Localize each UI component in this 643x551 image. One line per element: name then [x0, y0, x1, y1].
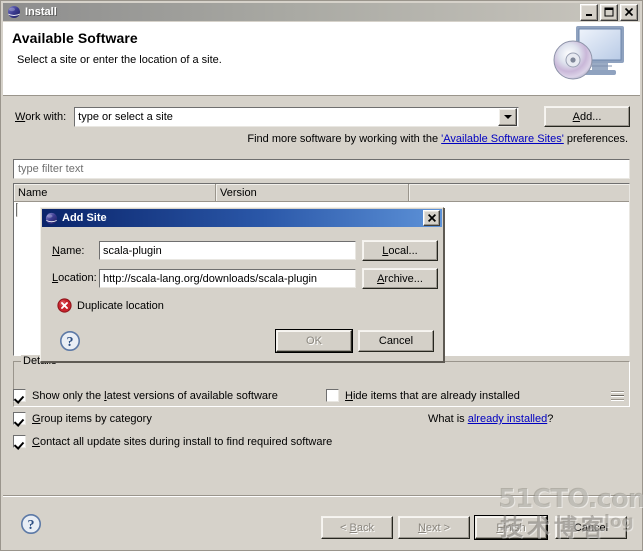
table-row[interactable]	[16, 203, 32, 218]
maximize-icon[interactable]	[600, 3, 618, 21]
finish-button-label: Finish	[496, 521, 526, 534]
row-checkbox[interactable]	[16, 203, 18, 217]
svg-text:?: ?	[28, 518, 35, 533]
work-with-row: Work with: type or select a site	[15, 106, 630, 127]
filter-input[interactable]: type filter text	[13, 159, 630, 179]
eclipse-globe-icon	[45, 212, 58, 225]
name-field-value: scala-plugin	[103, 244, 162, 257]
dialog-cancel-button[interactable]: Cancel	[358, 330, 434, 352]
local-button-label: Local...	[382, 244, 418, 257]
column-header-name[interactable]: Name	[14, 184, 216, 201]
cancel-button-label: Cancel	[573, 521, 609, 534]
chevron-down-icon[interactable]	[498, 107, 518, 126]
archive-button-label: Archive...	[377, 272, 423, 285]
next-button-label: Next >	[417, 521, 451, 534]
work-with-combo-value: type or select a site	[78, 110, 173, 123]
filter-placeholder: type filter text	[18, 163, 84, 175]
available-software-sites-link[interactable]: 'Available Software Sites'	[441, 133, 564, 145]
checkbox-label: Contact all update sites during install …	[32, 435, 333, 448]
wizard-footer: ? < Back Next > Finish Cancel	[3, 497, 640, 550]
cancel-button[interactable]: Cancel	[555, 516, 627, 539]
add-site-button-label: Add...	[572, 110, 602, 123]
checkbox-group-by-category[interactable]: Group items by category	[13, 412, 152, 425]
back-button[interactable]: < Back	[321, 516, 393, 539]
work-with-combo[interactable]: type or select a site	[74, 106, 520, 127]
checkbox-box[interactable]	[13, 412, 26, 425]
window-title: Install	[25, 6, 57, 18]
add-site-button[interactable]: Add...	[544, 106, 630, 127]
software-sites-hint: Find more software by working with the '…	[247, 133, 628, 145]
error-circle-icon	[57, 298, 72, 313]
svg-text:?: ?	[67, 335, 74, 350]
back-button-label: < Back	[340, 521, 374, 534]
checkbox-hide-installed-items[interactable]: Hide items that are already installed	[326, 389, 520, 402]
checkbox-box[interactable]	[326, 389, 339, 402]
checkbox-box[interactable]	[13, 389, 26, 402]
ok-button[interactable]: OK	[275, 329, 353, 353]
local-button[interactable]: Local...	[362, 240, 438, 261]
eclipse-globe-icon	[7, 5, 21, 19]
finish-button[interactable]: Finish	[474, 515, 548, 540]
location-field-value: http://scala-lang.org/downloads/scala-pl…	[103, 272, 318, 285]
ok-button-label: OK	[306, 335, 322, 347]
table-header-row: Name Version	[14, 184, 629, 202]
add-site-dialog-title: Add Site	[62, 212, 107, 224]
window-controls	[580, 3, 638, 21]
minimize-icon[interactable]	[580, 3, 598, 21]
page-subtitle: Select a site or enter the location of a…	[17, 54, 222, 66]
validation-error-row: Duplicate location	[57, 298, 164, 313]
help-question-icon[interactable]: ?	[20, 513, 42, 535]
checkbox-contact-update-sites[interactable]: Contact all update sites during install …	[13, 435, 332, 448]
column-header-filler	[409, 184, 629, 201]
computer-cd-icon	[548, 24, 628, 90]
error-message: Duplicate location	[77, 299, 164, 312]
checkbox-label: Show only the latest versions of availab…	[32, 389, 278, 402]
page-title: Available Software	[12, 30, 138, 46]
close-icon[interactable]	[620, 3, 638, 21]
location-field-label: Location:	[52, 272, 97, 284]
close-icon[interactable]	[423, 210, 440, 226]
column-header-version[interactable]: Version	[216, 184, 409, 201]
window-titlebar: Install	[3, 3, 640, 21]
add-site-dialog-titlebar: Add Site	[42, 209, 442, 227]
checkbox-box[interactable]	[13, 435, 26, 448]
checkbox-label: Hide items that are already installed	[345, 389, 520, 402]
archive-button[interactable]: Archive...	[362, 268, 438, 289]
resize-grip-icon[interactable]	[611, 389, 625, 402]
install-wizard-screenshot: Install Available Software Select a site…	[0, 0, 643, 551]
location-field[interactable]: http://scala-lang.org/downloads/scala-pl…	[99, 269, 356, 288]
work-with-label: Work with:	[15, 110, 67, 123]
checkbox-label: Group items by category	[32, 412, 152, 425]
name-field-label: Name:	[52, 245, 85, 257]
wizard-banner: Available Software Select a site or ente…	[3, 22, 640, 96]
help-question-icon[interactable]: ?	[59, 330, 81, 352]
checkbox-show-latest-versions[interactable]: Show only the latest versions of availab…	[13, 389, 278, 402]
next-button[interactable]: Next >	[398, 516, 470, 539]
name-field[interactable]: scala-plugin	[99, 241, 356, 260]
what-is-already-installed: What is already installed?	[428, 413, 554, 425]
already-installed-link[interactable]: already installed	[468, 413, 548, 425]
dialog-cancel-button-label: Cancel	[378, 335, 414, 347]
